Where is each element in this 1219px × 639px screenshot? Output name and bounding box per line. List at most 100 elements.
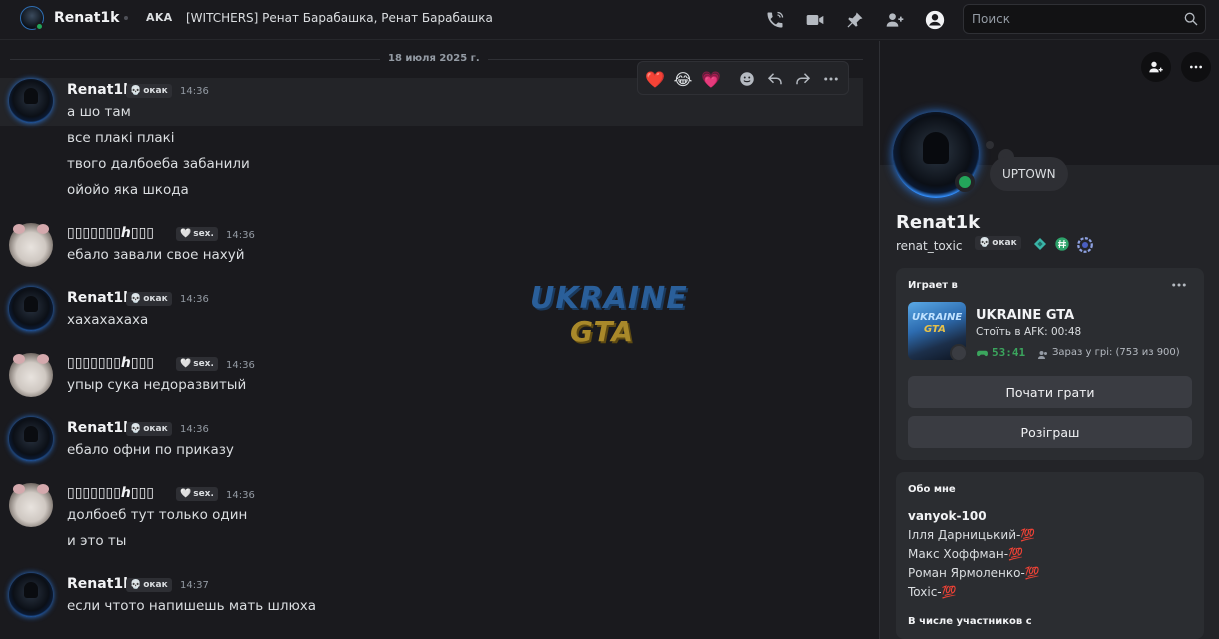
- message-text: все плакі плакі: [67, 130, 175, 146]
- search-box[interactable]: [963, 4, 1206, 34]
- players-count: Зараз у грі: (753 из 900): [1052, 347, 1180, 358]
- more-options-icon: [1190, 65, 1202, 69]
- players-icon: [1037, 346, 1049, 365]
- avatar[interactable]: [9, 573, 53, 617]
- message-text: твого далбоеба забанили: [67, 156, 250, 172]
- message-timestamp: 14:36: [180, 86, 209, 97]
- add-friend-icon: [1149, 61, 1163, 73]
- profile-username[interactable]: renat_toxic: [896, 239, 962, 253]
- member-since-title: В числе участников с: [908, 616, 1032, 627]
- about-line: Ілля Дарницький-💯: [908, 528, 1036, 542]
- game-detail: Стоїть в AFK: 00:48: [976, 326, 1082, 338]
- add-reaction-icon[interactable]: [736, 68, 758, 90]
- heart-icon: 🤍: [180, 359, 192, 369]
- video-call-icon[interactable]: [804, 9, 826, 31]
- profile-display-name: Renat1k: [896, 212, 981, 233]
- game-thumb-line2: GTA: [924, 324, 946, 335]
- message-author[interactable]: Renat1k: [67, 420, 132, 436]
- badge-nitro-icon[interactable]: [1076, 236, 1094, 258]
- phone-call-icon[interactable]: [764, 9, 786, 31]
- activity-more-icon[interactable]: [1170, 276, 1188, 298]
- server-tag-label: окак: [143, 424, 168, 434]
- about-line: Toxic-💯: [908, 585, 957, 599]
- reply-icon[interactable]: [764, 68, 786, 90]
- user-profile-panel: UPTOWN Renat1k renat_toxic 💀 окак Играет …: [879, 41, 1219, 639]
- activity-card: Играет в UKRAINE GTA UKRAINE GTA Стоїть …: [896, 268, 1204, 460]
- avatar[interactable]: [9, 353, 53, 397]
- badge-hypesquad-icon[interactable]: [1032, 236, 1048, 256]
- user-profile-icon[interactable]: [924, 9, 946, 31]
- reaction-laugh[interactable]: 😂: [672, 68, 694, 90]
- profile-more-button[interactable]: [1181, 52, 1211, 82]
- game-name: UKRAINE GTA: [976, 308, 1075, 323]
- watermark-line2: GTA: [570, 315, 635, 348]
- online-status-indicator: [955, 172, 975, 192]
- pin-icon[interactable]: [844, 9, 866, 31]
- aka-names: [WITCHERS] Ренат Барабашка, Ренат Бараба…: [186, 11, 493, 25]
- message-list[interactable]: 18 июля 2025 г. Renat1k 💀 окак 14:36 а шо…: [0, 41, 879, 639]
- about-me-title: Обо мне: [908, 484, 956, 495]
- avatar[interactable]: [9, 483, 53, 527]
- server-tag[interactable]: 💀 окак: [126, 578, 172, 592]
- about-line: vanyok-100: [908, 509, 987, 523]
- activity-title: Играет в: [908, 280, 958, 291]
- server-tag-label: sex.: [193, 229, 214, 239]
- message-timestamp: 14:36: [180, 294, 209, 305]
- message-timestamp: 14:36: [226, 490, 255, 501]
- status-bubble-dot: [986, 141, 994, 149]
- badge-hashtag-icon[interactable]: [1054, 236, 1070, 256]
- about-line: Макс Хоффман-💯: [908, 547, 1023, 561]
- channel-header: Renat1k AKA [WITCHERS] Ренат Барабашка, …: [0, 0, 1219, 40]
- server-tag[interactable]: 💀 окак: [975, 236, 1021, 250]
- message-timestamp: 14:36: [180, 424, 209, 435]
- game-thumb-line1: UKRAINE: [912, 312, 963, 323]
- message-text: если чтото напишешь мать шлюха: [67, 598, 317, 614]
- message-text: а шо там: [67, 104, 131, 120]
- avatar[interactable]: [9, 287, 53, 331]
- avatar[interactable]: [9, 417, 53, 461]
- server-tag[interactable]: 💀 окак: [126, 292, 172, 306]
- reaction-pink-heart[interactable]: 💗: [700, 68, 722, 90]
- avatar[interactable]: [9, 223, 53, 267]
- ukraine-gta-watermark-logo: UKRAINE GTA: [530, 281, 700, 361]
- aka-label: AKA: [146, 11, 173, 24]
- play-game-button[interactable]: Почати грати: [908, 376, 1192, 408]
- search-input[interactable]: [964, 5, 1179, 33]
- message-author[interactable]: ▯▯▯▯▯▯▯ℎ▯▯▯: [67, 485, 154, 501]
- date-divider: 18 июля 2025 г.: [380, 53, 488, 64]
- message-author[interactable]: Renat1k: [67, 82, 132, 98]
- message-author[interactable]: Renat1k: [67, 576, 132, 592]
- server-tag[interactable]: 🤍 sex.: [176, 227, 218, 241]
- add-friends-icon[interactable]: [884, 9, 906, 31]
- skull-icon: 💀: [130, 424, 142, 434]
- reaction-heart[interactable]: ❤️: [644, 68, 666, 90]
- message-author[interactable]: ▯▯▯▯▯▯▯ℎ▯▯▯: [67, 355, 154, 371]
- message-text: долбоеб тут только один: [67, 507, 248, 523]
- server-tag[interactable]: 🤍 sex.: [176, 487, 218, 501]
- skull-icon: 💀: [130, 580, 142, 590]
- server-tag-label: окак: [143, 294, 168, 304]
- server-tag-label: sex.: [193, 489, 214, 499]
- message-text: и это ты: [67, 533, 127, 549]
- message-timestamp: 14:36: [226, 230, 255, 241]
- giveaway-button[interactable]: Розіграш: [908, 416, 1192, 448]
- heart-icon: 🤍: [180, 229, 192, 239]
- message-text: ебало офни по приказу: [67, 442, 234, 458]
- separator-dot: [124, 16, 128, 20]
- online-status-indicator: [35, 22, 44, 31]
- message-author[interactable]: Renat1k: [67, 290, 132, 306]
- message-timestamp: 14:36: [226, 360, 255, 371]
- server-tag-label: окак: [992, 238, 1017, 248]
- forward-icon[interactable]: [792, 68, 814, 90]
- watermark-line1: UKRAINE: [530, 281, 688, 316]
- server-tag[interactable]: 💀 окак: [126, 84, 172, 98]
- dm-user-name[interactable]: Renat1k: [54, 10, 119, 26]
- more-options-icon[interactable]: [820, 68, 842, 90]
- avatar[interactable]: [9, 79, 53, 123]
- server-tag[interactable]: 🤍 sex.: [176, 357, 218, 371]
- server-tag[interactable]: 💀 окак: [126, 422, 172, 436]
- message-text: ебало завали свое нахуй: [67, 247, 245, 263]
- message-author[interactable]: ▯▯▯▯▯▯▯ℎ▯▯▯: [67, 225, 154, 241]
- search-icon: [1183, 11, 1199, 31]
- add-friend-button[interactable]: [1141, 52, 1171, 82]
